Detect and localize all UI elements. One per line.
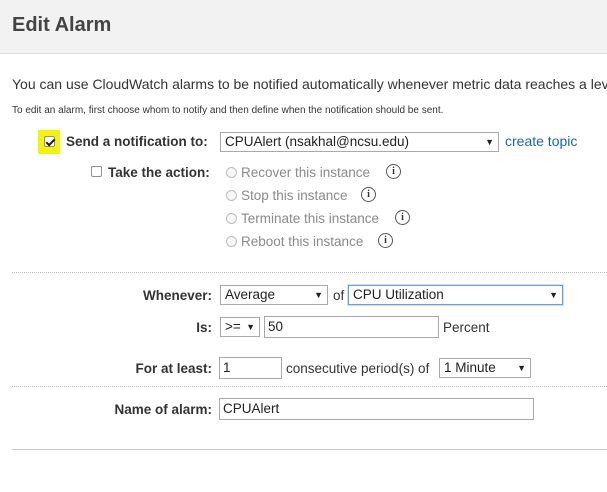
stop-label: Stop this instance [241, 188, 348, 203]
take-action-label: Take the action: [108, 165, 210, 180]
send-notification-label: Send a notification to: [66, 134, 208, 149]
create-topic-link[interactable]: create topic [505, 133, 577, 149]
chevron-down-icon: ▼ [246, 322, 255, 332]
page-title: Edit Alarm [12, 14, 112, 36]
stop-radio[interactable] [226, 190, 237, 201]
reboot-info-icon[interactable]: i [378, 233, 393, 248]
recover-radio[interactable] [226, 167, 237, 178]
recover-label: Recover this instance [241, 165, 371, 180]
chevron-down-icon: ▼ [517, 363, 526, 373]
metric-value: CPU Utilization [353, 287, 444, 302]
is-label: Is: [196, 320, 212, 335]
intro-text: You can use CloudWatch alarms to be noti… [12, 76, 607, 92]
of-label: of [333, 288, 345, 303]
period-value: 1 Minute [444, 360, 496, 375]
period-select[interactable]: 1 Minute ▼ [439, 358, 531, 378]
intro-subtext: To edit an alarm, first choose whom to n… [12, 105, 444, 116]
notification-topic-select[interactable]: CPUAlert (nsakhal@ncsu.edu) ▼ [220, 132, 499, 152]
terminate-radio[interactable] [226, 213, 237, 224]
recover-info-icon[interactable]: i [386, 164, 401, 179]
statistic-select[interactable]: Average ▼ [220, 285, 328, 305]
notification-topic-value: CPUAlert (nsakhal@ncsu.edu) [225, 134, 410, 149]
alarm-name-input[interactable]: CPUAlert [219, 398, 534, 420]
section-divider [12, 272, 607, 273]
send-notification-checkbox[interactable] [44, 136, 55, 147]
chevron-down-icon: ▼ [485, 137, 494, 147]
chevron-down-icon: ▼ [549, 290, 558, 300]
stop-info-icon[interactable]: i [361, 187, 376, 202]
take-action-checkbox[interactable] [91, 166, 102, 177]
statistic-value: Average [225, 287, 276, 302]
reboot-label: Reboot this instance [241, 234, 364, 249]
whenever-label: Whenever: [142, 288, 212, 303]
chevron-down-icon: ▼ [314, 290, 323, 300]
operator-select[interactable]: >= ▼ [220, 317, 260, 337]
terminate-info-icon[interactable]: i [395, 210, 410, 225]
metric-select[interactable]: CPU Utilization ▼ [348, 285, 563, 305]
section-divider [12, 386, 607, 387]
operator-value: >= [225, 319, 241, 334]
reboot-radio[interactable] [226, 236, 237, 247]
threshold-input[interactable]: 50 [264, 316, 439, 338]
footer-divider [12, 449, 607, 450]
terminate-label: Terminate this instance [241, 211, 380, 226]
for-at-least-label: For at least: [135, 361, 212, 376]
consecutive-label: consecutive period(s) of [286, 361, 430, 376]
alarm-name-label: Name of alarm: [114, 402, 212, 417]
unit-label: Percent [443, 320, 490, 335]
page-header: Edit Alarm [0, 0, 607, 54]
periods-input[interactable]: 1 [219, 357, 282, 379]
